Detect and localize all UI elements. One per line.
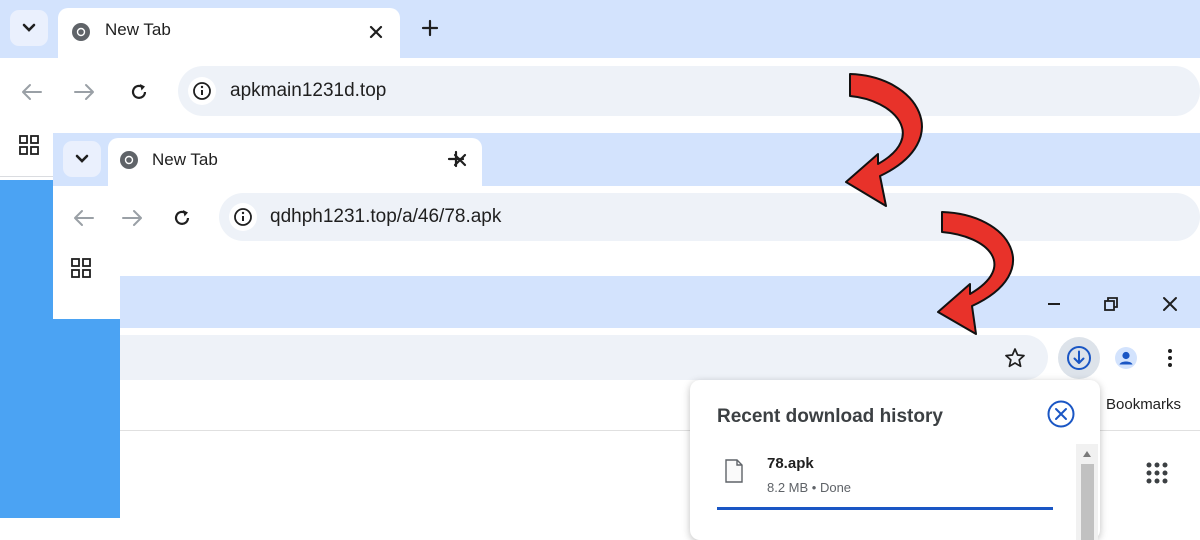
download-filename: 78.apk (767, 455, 814, 472)
url-text: qdhph1231.top/a/46/78.apk (270, 206, 502, 227)
restore-icon[interactable] (1097, 290, 1125, 318)
new-tab-plus-icon[interactable] (442, 145, 470, 173)
divider (0, 176, 60, 177)
site-info-icon[interactable] (188, 77, 216, 105)
download-icon[interactable] (1058, 337, 1100, 379)
download-panel-title: Recent download history (717, 406, 943, 427)
close-panel-icon[interactable] (1046, 399, 1076, 429)
tab-new-tab[interactable]: New Tab (58, 8, 400, 58)
file-icon (724, 458, 744, 484)
bookmark-star-icon[interactable] (1001, 344, 1029, 372)
scroll-up-arrow-icon[interactable] (1080, 448, 1094, 460)
address-bar[interactable]: apkmain1231d.top (178, 66, 1200, 116)
apps-grid-icon[interactable] (68, 255, 94, 281)
minimize-icon[interactable] (1040, 290, 1068, 318)
forward-arrow-icon[interactable] (118, 204, 146, 232)
site-info-icon[interactable] (229, 203, 257, 231)
apps-grid-icon[interactable] (16, 132, 42, 158)
reload-icon[interactable] (124, 77, 154, 107)
tab-title: New Tab (152, 150, 218, 169)
forward-arrow-icon[interactable] (70, 78, 98, 106)
back-arrow-icon[interactable] (18, 78, 46, 106)
url-text: apkmain1231d.top (230, 80, 387, 101)
chevron-down-icon (75, 154, 89, 164)
curved-arrow-icon (932, 208, 1042, 340)
more-menu-icon[interactable] (1158, 344, 1182, 372)
chrome-icon (70, 21, 92, 43)
tab-new-tab[interactable]: New Tab (108, 138, 482, 186)
close-tab-icon[interactable] (364, 20, 388, 44)
reload-icon[interactable] (167, 203, 197, 233)
chrome-icon (118, 149, 140, 171)
download-history-panel: Recent download history 78.apk 8.2 MB • … (690, 380, 1100, 540)
address-bar[interactable]: qdhph1231.top/a/46/78.apk (219, 193, 1200, 241)
address-bar[interactable] (120, 335, 1048, 380)
profile-icon[interactable] (1112, 344, 1140, 372)
apps-launcher-icon[interactable] (1142, 458, 1172, 488)
bookmarks-label[interactable]: Bookmarks (1106, 396, 1181, 413)
back-arrow-icon[interactable] (70, 204, 98, 232)
curved-arrow-icon (838, 70, 948, 212)
tab-title: New Tab (105, 20, 171, 39)
tab-search-button[interactable] (10, 10, 48, 46)
download-status: 8.2 MB • Done (767, 480, 852, 495)
close-window-icon[interactable] (1156, 290, 1184, 318)
download-item[interactable]: 78.apk 8.2 MB • Done (690, 448, 1070, 508)
tab-search-button[interactable] (63, 141, 101, 177)
new-tab-plus-icon[interactable] (416, 14, 444, 42)
chevron-down-icon (22, 23, 36, 33)
scrollbar-thumb[interactable] (1081, 464, 1094, 540)
download-progress-bar (717, 507, 1053, 510)
